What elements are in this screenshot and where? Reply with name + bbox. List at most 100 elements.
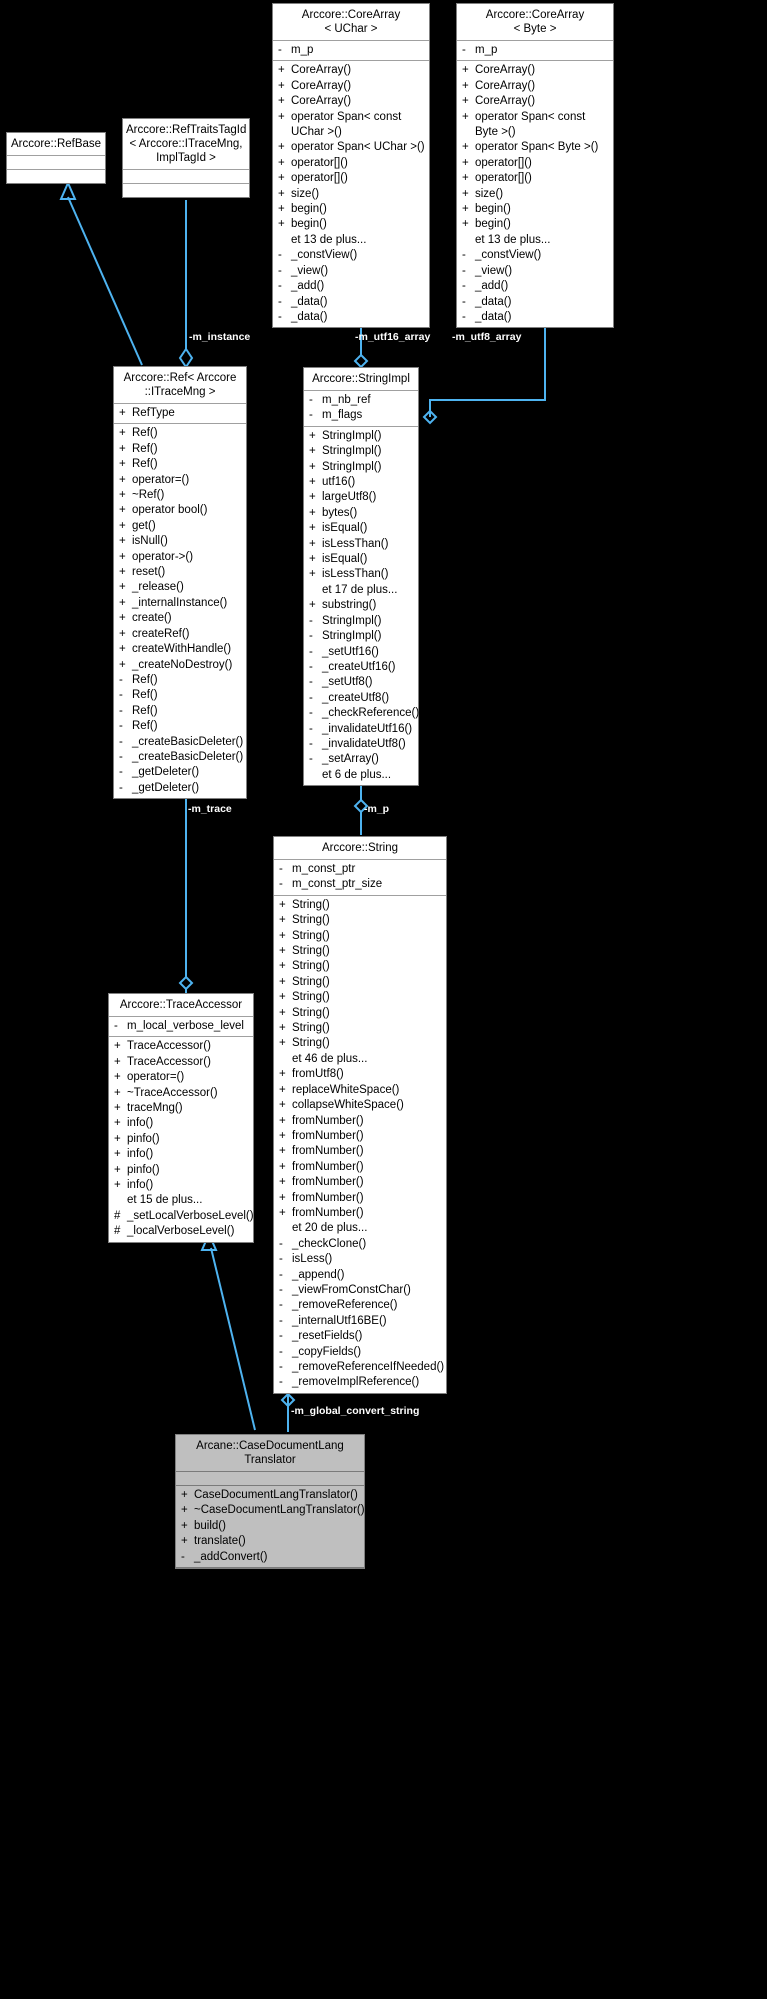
class-member-row: - _createUtf16() (304, 660, 418, 675)
member-name: info() (127, 1179, 154, 1192)
member-name: fromNumber() (292, 1145, 364, 1158)
member-name: String() (292, 991, 330, 1004)
class-member-row: - _createUtf8() (304, 691, 418, 706)
member-name: m_nb_ref (322, 394, 371, 406)
member-name: _localVerboseLevel() (127, 1225, 235, 1238)
member-visibility: + (119, 535, 126, 548)
class-member-row: + CoreArray() (273, 63, 429, 78)
attributes-section (7, 156, 105, 170)
member-name: _data() (291, 295, 328, 308)
class-member-row: - _checkReference() (304, 706, 419, 721)
member-visibility: + (279, 1145, 286, 1158)
member-name: _view() (475, 264, 513, 277)
class-member-row: # _localVerboseLevel() (109, 1224, 253, 1239)
class-box-casedocumentlangtranslator[interactable]: Arcane::CaseDocumentLang Translator + Cas… (175, 1434, 365, 1570)
member-visibility: + (278, 218, 285, 231)
edge-label-m-utf8-array: -m_utf8_array (452, 331, 522, 343)
class-member-row: + String() (274, 944, 446, 959)
class-box-traceaccessor[interactable]: Arccore::TraceAccessor - m_local_verbose_… (108, 993, 254, 1243)
member-name: _release() (132, 581, 184, 594)
member-name: _append() (292, 1268, 345, 1281)
class-member-row: + CoreArray() (457, 63, 613, 78)
class-member-row: + Ref() (114, 442, 246, 457)
member-name: operator[]() (291, 172, 348, 185)
class-member-row: + CaseDocumentLangTranslator() (176, 1488, 364, 1503)
member-name: String() (292, 945, 330, 958)
class-box-reftraitstagid[interactable]: Arccore::RefTraitsTagId < Arccore::ITrac… (122, 118, 250, 198)
class-member-row: + CoreArray() (273, 94, 429, 109)
member-visibility: + (278, 64, 285, 77)
class-member-row: - m_const_ptr_size (274, 877, 446, 892)
member-name: CaseDocumentLangTranslator() (194, 1489, 358, 1501)
class-box-string[interactable]: Arccore::String - m_const_ptr - m_const_ptr… (273, 836, 447, 1394)
member-visibility: - (309, 409, 313, 422)
class-member-row: + operator Span< const UChar >() (273, 110, 429, 141)
member-name: m_const_ptr_size (292, 878, 383, 891)
member-name: operator Span< Byte >() (475, 141, 599, 154)
class-member-row: + operator bool() (114, 503, 246, 518)
member-name: isEqual() (322, 553, 368, 566)
member-name: Ref() (132, 704, 158, 717)
member-name: begin() (291, 203, 327, 216)
member-visibility (279, 1052, 292, 1067)
class-member-row: + String() (274, 898, 446, 913)
member-name: isLessThan() (322, 568, 389, 581)
member-name: begin() (291, 218, 327, 231)
class-member-row: + collapseWhiteSpace() (274, 1098, 446, 1113)
class-box-corearray-uchar[interactable]: Arccore::CoreArray < UChar > - m_p + CoreA… (272, 3, 430, 329)
class-box-ref-itracemng[interactable]: Arccore::Ref< Arccore ::ITraceMng > + Ref… (113, 366, 247, 800)
member-visibility: # (114, 1209, 121, 1222)
member-name: _internalInstance() (132, 596, 228, 609)
member-name: fromNumber() (292, 1160, 364, 1173)
member-name: CoreArray() (475, 79, 536, 92)
class-box-refbase[interactable]: Arccore::RefBase (6, 132, 106, 184)
class-member-row: - Ref() (114, 704, 246, 719)
class-member-row: + createWithHandle() (114, 642, 246, 657)
member-visibility: + (278, 110, 285, 123)
member-visibility: + (279, 945, 286, 958)
member-name: et 13 de plus... (291, 233, 367, 246)
member-visibility: + (279, 914, 286, 927)
member-visibility: - (119, 689, 123, 702)
member-visibility: - (309, 676, 313, 689)
class-member-row: + Ref() (114, 426, 246, 441)
member-visibility: - (279, 1330, 283, 1343)
member-name: RefType (132, 407, 175, 419)
class-box-corearray-byte[interactable]: Arccore::CoreArray < Byte > - m_p + CoreAr… (456, 3, 614, 329)
member-name: _internalUtf16BE() (292, 1314, 387, 1327)
member-visibility: - (279, 863, 283, 875)
member-visibility: + (309, 599, 316, 612)
member-visibility: - (119, 781, 123, 794)
class-member-row: et 46 de plus... (274, 1052, 446, 1067)
member-name: _removeReference() (292, 1299, 398, 1312)
member-name: begin() (475, 218, 511, 231)
member-name: largeUtf8() (322, 491, 377, 504)
class-member-row: + operator->() (114, 550, 246, 565)
class-member-row: + StringImpl() (304, 460, 418, 475)
edge-label-m-utf16-array: -m_utf16_array (355, 331, 431, 343)
member-name: String() (292, 1006, 330, 1019)
member-visibility: + (114, 1040, 121, 1053)
member-name: CoreArray() (475, 64, 536, 77)
class-title: Arcane::CaseDocumentLang Translator (176, 1435, 364, 1472)
class-member-row: + isLessThan() (304, 537, 418, 552)
class-member-row: - _data() (457, 310, 613, 325)
member-name: CoreArray() (475, 95, 536, 108)
class-member-row: - _getDeleter() (114, 765, 246, 780)
class-member-row: + _release() (114, 580, 246, 595)
class-member-row: - Ref() (114, 688, 246, 703)
member-name: begin() (475, 203, 511, 216)
member-visibility: + (309, 537, 316, 550)
class-member-row: - StringImpl() (304, 629, 418, 644)
class-member-row: + operator Span< Byte >() (457, 140, 613, 155)
member-visibility: + (279, 1114, 286, 1127)
member-visibility: + (114, 1086, 121, 1099)
class-box-stringimpl[interactable]: Arccore::StringImpl - m_nb_ref - m_flags + S… (303, 367, 419, 787)
member-name: traceMng() (127, 1102, 183, 1115)
class-member-row: - _setArray() (304, 752, 418, 767)
member-visibility: + (279, 1006, 286, 1019)
member-visibility: + (114, 1179, 121, 1192)
class-member-row: - _removeReference() (274, 1298, 446, 1313)
member-visibility: - (309, 707, 313, 720)
methods-section: + String() + String() + String() + String() + Str… (274, 896, 446, 1393)
